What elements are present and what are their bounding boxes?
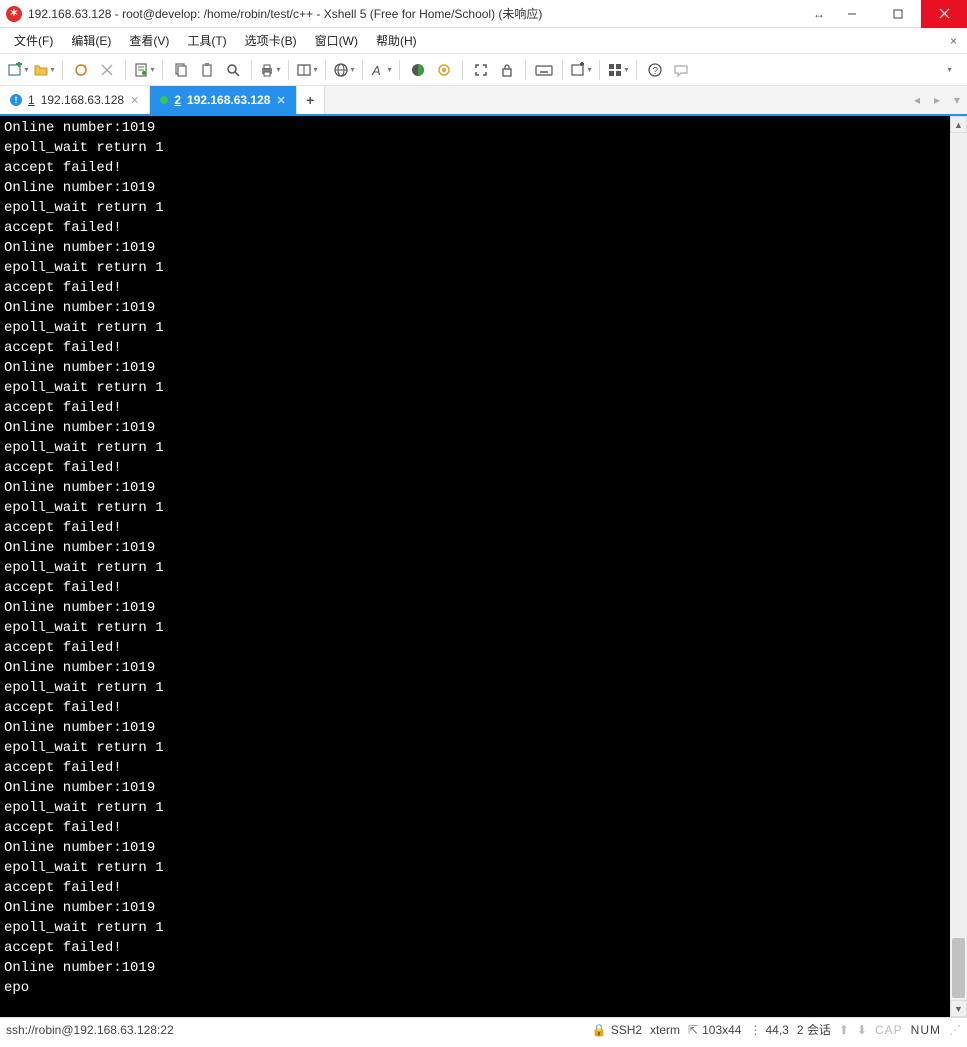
tab-index: 2 (174, 93, 181, 107)
tab-index: 1 (28, 93, 35, 107)
paste-button[interactable] (195, 58, 219, 82)
status-numlock: NUM (911, 1023, 941, 1037)
terminal-output[interactable]: Online number:1019 epoll_wait return 1 a… (0, 116, 950, 1017)
tab-next-button[interactable]: ▸ (927, 86, 947, 114)
new-window-button[interactable]: ▾ (569, 58, 593, 82)
menubar: 文件(F) 编辑(E) 查看(V) 工具(T) 选项卡(B) 窗口(W) 帮助(… (0, 28, 967, 54)
menu-file[interactable]: 文件(F) (6, 29, 61, 52)
tab-session-1[interactable]: ! 1 192.168.63.128 ✕ (0, 86, 150, 114)
menu-help[interactable]: 帮助(H) (368, 29, 425, 52)
status-up-icon[interactable]: ⬆ (839, 1023, 849, 1037)
open-folder-button[interactable]: ▾ (32, 58, 56, 82)
layout-button[interactable]: ▾ (295, 58, 319, 82)
tab-prev-button[interactable]: ◂ (907, 86, 927, 114)
scroll-thumb[interactable] (952, 938, 965, 998)
help-button[interactable]: ? (643, 58, 667, 82)
keyboard-button[interactable] (532, 58, 556, 82)
new-tab-button[interactable]: + (297, 86, 325, 114)
lock-icon: 🔒 (592, 1023, 607, 1037)
toolbar-overflow-button[interactable]: ▾ (937, 58, 961, 82)
status-down-icon[interactable]: ⬇ (857, 1023, 867, 1037)
tab-list-button[interactable]: ▾ (947, 86, 967, 114)
app-icon: ✶ (6, 6, 22, 22)
cursor-icon: ⋮ (749, 1023, 761, 1037)
titlebar: ✶ 192.168.63.128 - root@develop: /home/r… (0, 0, 967, 28)
toolbar: ▾ ▾ ▾ ▾ ▾ ▾ A▾ ▾ ▾ ? ▾ (0, 54, 967, 86)
menu-edit[interactable]: 编辑(E) (63, 29, 119, 52)
reconnect-button[interactable] (69, 58, 93, 82)
menu-view[interactable]: 查看(V) (121, 29, 177, 52)
fullscreen-button[interactable] (469, 58, 493, 82)
maximize-button[interactable] (875, 0, 921, 28)
scroll-down-icon[interactable]: ▼ (950, 1000, 967, 1017)
terminal-area: Online number:1019 epoll_wait return 1 a… (0, 116, 967, 1017)
encoding-button[interactable]: ▾ (332, 58, 356, 82)
statusbar: ssh://robin@192.168.63.128:22 🔒SSH2 xter… (0, 1017, 967, 1041)
tab-session-2[interactable]: 2 192.168.63.128 ✕ (150, 86, 296, 114)
feedback-button[interactable] (669, 58, 693, 82)
menu-tab[interactable]: 选项卡(B) (237, 29, 305, 52)
status-connection: ssh://robin@192.168.63.128:22 (6, 1023, 174, 1037)
scroll-track[interactable] (950, 133, 967, 1000)
status-term-type: xterm (650, 1023, 680, 1037)
color-scheme-button[interactable] (406, 58, 430, 82)
tabbar: ! 1 192.168.63.128 ✕ 2 192.168.63.128 ✕ … (0, 86, 967, 116)
size-icon: ⇱ (688, 1023, 698, 1037)
menu-overflow-icon[interactable]: × (946, 34, 961, 48)
resize-indicator-icon: ↔ (809, 7, 829, 21)
disconnect-button[interactable] (95, 58, 119, 82)
tab-label: 192.168.63.128 (187, 93, 270, 107)
lock-button[interactable] (495, 58, 519, 82)
close-button[interactable] (921, 0, 967, 28)
tile-button[interactable]: ▾ (606, 58, 630, 82)
scroll-up-icon[interactable]: ▲ (950, 116, 967, 133)
new-session-button[interactable]: ▾ (6, 58, 30, 82)
highlight-button[interactable] (432, 58, 456, 82)
window-title: 192.168.63.128 - root@develop: /home/rob… (28, 5, 809, 22)
svg-text:A: A (371, 63, 381, 78)
tab-close-icon[interactable]: ✕ (130, 94, 139, 107)
properties-button[interactable]: ▾ (132, 58, 156, 82)
find-button[interactable] (221, 58, 245, 82)
svg-text:?: ? (653, 66, 659, 77)
font-button[interactable]: A▾ (369, 58, 393, 82)
tab-label: 192.168.63.128 (41, 93, 124, 107)
resize-grip-icon[interactable]: ⋰ (949, 1023, 961, 1037)
status-size: ⇱103x44 (688, 1023, 741, 1037)
connected-icon (160, 96, 168, 104)
tab-close-icon[interactable]: ✕ (276, 94, 285, 107)
menu-window[interactable]: 窗口(W) (307, 29, 366, 52)
minimize-button[interactable] (829, 0, 875, 28)
alert-icon: ! (10, 94, 22, 106)
menu-tools[interactable]: 工具(T) (179, 29, 234, 52)
status-cursor: ⋮44,3 (749, 1023, 788, 1037)
print-button[interactable]: ▾ (258, 58, 282, 82)
status-capslock: CAP (875, 1023, 903, 1037)
terminal-scrollbar[interactable]: ▲ ▼ (950, 116, 967, 1017)
status-protocol: 🔒SSH2 (592, 1023, 642, 1037)
copy-button[interactable] (169, 58, 193, 82)
window-controls (829, 0, 967, 28)
status-sessions: 2 会话 (797, 1021, 831, 1038)
